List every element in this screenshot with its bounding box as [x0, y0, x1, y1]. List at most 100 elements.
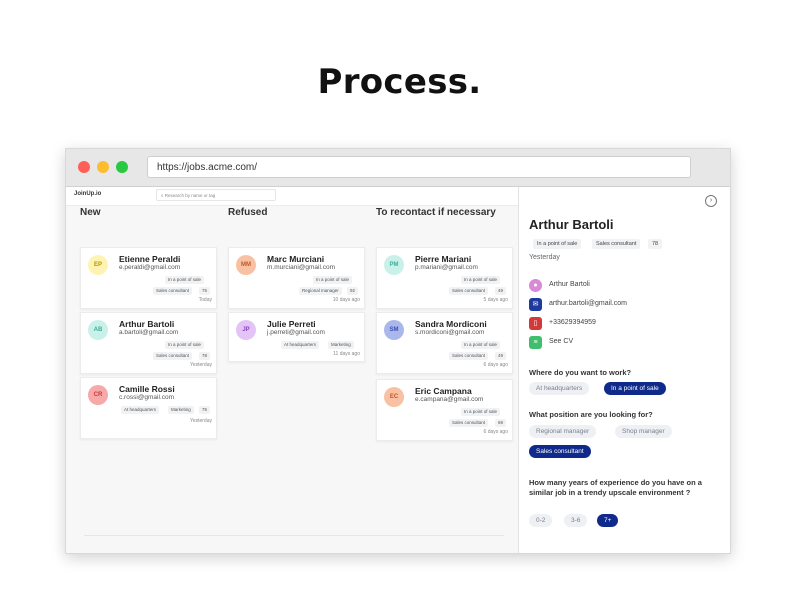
candidate-card[interactable]: MM Marc Murciani m.murciani@gmail.com In…	[228, 247, 365, 309]
phone-icon: ▯	[529, 317, 542, 330]
candidate-email: e.peraldi@gmail.com	[119, 264, 181, 271]
horizontal-scrollbar[interactable]	[84, 535, 504, 536]
tag: In a point of sale	[461, 276, 501, 284]
option-3-6[interactable]: 3-6	[564, 514, 588, 527]
question-experience: How many years of experience do you have…	[529, 478, 702, 497]
tag: Sales consultant	[449, 419, 489, 427]
profile-name: Arthur Bartoli	[529, 217, 614, 232]
candidate-email: e.campana@gmail.com	[415, 396, 484, 403]
avatar: AB	[88, 320, 108, 340]
candidate-name: Arthur Bartoli	[119, 319, 175, 329]
question-work-location: Where do you want to work?	[529, 368, 632, 377]
column-title: Refused	[228, 207, 268, 218]
candidate-name: Marc Murciani	[267, 254, 325, 264]
candidate-name: Etienne Peraldi	[119, 254, 181, 264]
column-title: New	[80, 207, 101, 218]
candidate-email: s.mordiconi@gmail.com	[415, 329, 485, 336]
candidate-card[interactable]: EP Etienne Peraldi e.peraldi@gmail.com I…	[80, 247, 217, 309]
kanban-board: JoinUp.io ⌕ Research by name or tag New …	[66, 187, 519, 553]
person-icon: ●	[529, 279, 542, 292]
card-date: 5 days ago	[483, 297, 508, 303]
email-icon: ✉	[529, 298, 542, 311]
years-badge: 49	[495, 287, 507, 295]
close-window-button[interactable]	[78, 161, 90, 173]
tag: In a point of sale	[165, 276, 205, 284]
candidate-name: Pierre Mariani	[415, 254, 472, 264]
profile-tag: In a point of sale	[533, 239, 582, 249]
tag: At headquarters	[281, 341, 320, 349]
tag: Regional manager	[299, 287, 342, 295]
tag: Sales consultant	[153, 352, 193, 360]
tag: Sales consultant	[449, 352, 489, 360]
tag: At headquarters	[121, 406, 160, 414]
option-sales-consultant[interactable]: Sales consultant	[529, 445, 591, 458]
card-date: Yesterday	[189, 362, 212, 368]
card-date: 6 days ago	[483, 362, 508, 368]
avatar: EP	[88, 255, 108, 275]
question-position: What position are you looking for?	[529, 410, 653, 419]
candidate-email: m.murciani@gmail.com	[267, 264, 335, 271]
candidate-detail-panel: › Arthur Bartoli In a point of sale Sale…	[519, 187, 730, 553]
candidate-email: a.bartoli@gmail.com	[119, 329, 179, 336]
search-input[interactable]: ⌕ Research by name or tag	[156, 189, 276, 201]
candidate-card[interactable]: AB Arthur Bartoli a.bartoli@gmail.com In…	[80, 312, 217, 374]
avatar: CR	[88, 385, 108, 405]
card-date: Yesterday	[189, 418, 212, 424]
years-badge: 75	[199, 406, 211, 414]
tag: In a point of sale	[461, 408, 501, 416]
card-date: Today	[198, 297, 212, 303]
browser-titlebar: https://jobs.acme.com/	[66, 149, 730, 187]
chevron-right-icon[interactable]: ›	[705, 195, 717, 207]
candidate-card[interactable]: CR Camille Rossi c.rossi@gmail.com At he…	[80, 377, 217, 439]
maximize-window-button[interactable]	[116, 161, 128, 173]
minimize-window-button[interactable]	[97, 161, 109, 173]
url-bar[interactable]: https://jobs.acme.com/	[147, 156, 691, 178]
option-at-headquarters[interactable]: At headquarters	[529, 382, 590, 395]
app-content: JoinUp.io ⌕ Research by name or tag New …	[66, 187, 730, 553]
candidate-card[interactable]: JP Julie Perreti j.perreti@gmail.com At …	[228, 312, 365, 362]
cv-icon: ≡	[529, 336, 542, 349]
tag: Sales consultant	[153, 287, 193, 295]
app-header: JoinUp.io ⌕ Research by name or tag	[66, 187, 518, 206]
see-cv-link[interactable]: See CV	[549, 338, 573, 345]
candidate-name: Julie Perreti	[267, 319, 316, 329]
candidate-card[interactable]: EC Eric Campana e.campana@gmail.com In a…	[376, 379, 513, 441]
candidate-name: Camille Rossi	[119, 384, 175, 394]
option-in-a-point-of-sale[interactable]: In a point of sale	[604, 382, 666, 395]
card-date: 11 days ago	[333, 351, 360, 357]
years-badge: 49	[495, 352, 507, 360]
app-logo: JoinUp.io	[74, 191, 102, 197]
candidate-card[interactable]: SM Sandra Mordiconi s.mordiconi@gmail.co…	[376, 312, 513, 374]
years-badge: 78	[199, 352, 211, 360]
candidate-email: j.perreti@gmail.com	[267, 329, 325, 336]
candidate-email: p.mariani@gmail.com	[415, 264, 478, 271]
candidate-card[interactable]: PM Pierre Mariani p.mariani@gmail.com In…	[376, 247, 513, 309]
years-badge: 78	[648, 239, 663, 249]
column-title: To recontact if necessary	[376, 207, 496, 218]
contact-phone[interactable]: +33629394959	[549, 319, 596, 326]
browser-window: https://jobs.acme.com/ JoinUp.io ⌕ Resea…	[65, 148, 731, 554]
page-heading: Process.	[317, 62, 482, 102]
card-date: 6 days ago	[483, 429, 508, 435]
candidate-name: Sandra Mordiconi	[415, 319, 487, 329]
card-date: 10 days ago	[332, 297, 360, 303]
tag: Marketing	[328, 341, 354, 349]
avatar: JP	[236, 320, 256, 340]
years-badge: 69	[495, 419, 507, 427]
option-regional-manager[interactable]: Regional manager	[529, 425, 597, 438]
search-placeholder: Research by name or tag	[164, 193, 216, 198]
tag: Sales consultant	[449, 287, 489, 295]
avatar: EC	[384, 387, 404, 407]
candidate-name: Eric Campana	[415, 386, 472, 396]
tag: In a point of sale	[165, 341, 205, 349]
years-badge: 92	[347, 287, 359, 295]
option-7-plus[interactable]: 7+	[597, 514, 619, 527]
option-shop-manager[interactable]: Shop manager	[615, 425, 672, 438]
tag: In a point of sale	[313, 276, 353, 284]
contact-email[interactable]: arthur.bartoli@gmail.com	[549, 300, 627, 307]
profile-tag: Sales consultant	[592, 239, 641, 249]
profile-date: Yesterday	[529, 254, 560, 261]
contact-name: Arthur Bartoli	[549, 281, 590, 288]
years-badge: 75	[199, 287, 211, 295]
option-0-2[interactable]: 0-2	[529, 514, 553, 527]
